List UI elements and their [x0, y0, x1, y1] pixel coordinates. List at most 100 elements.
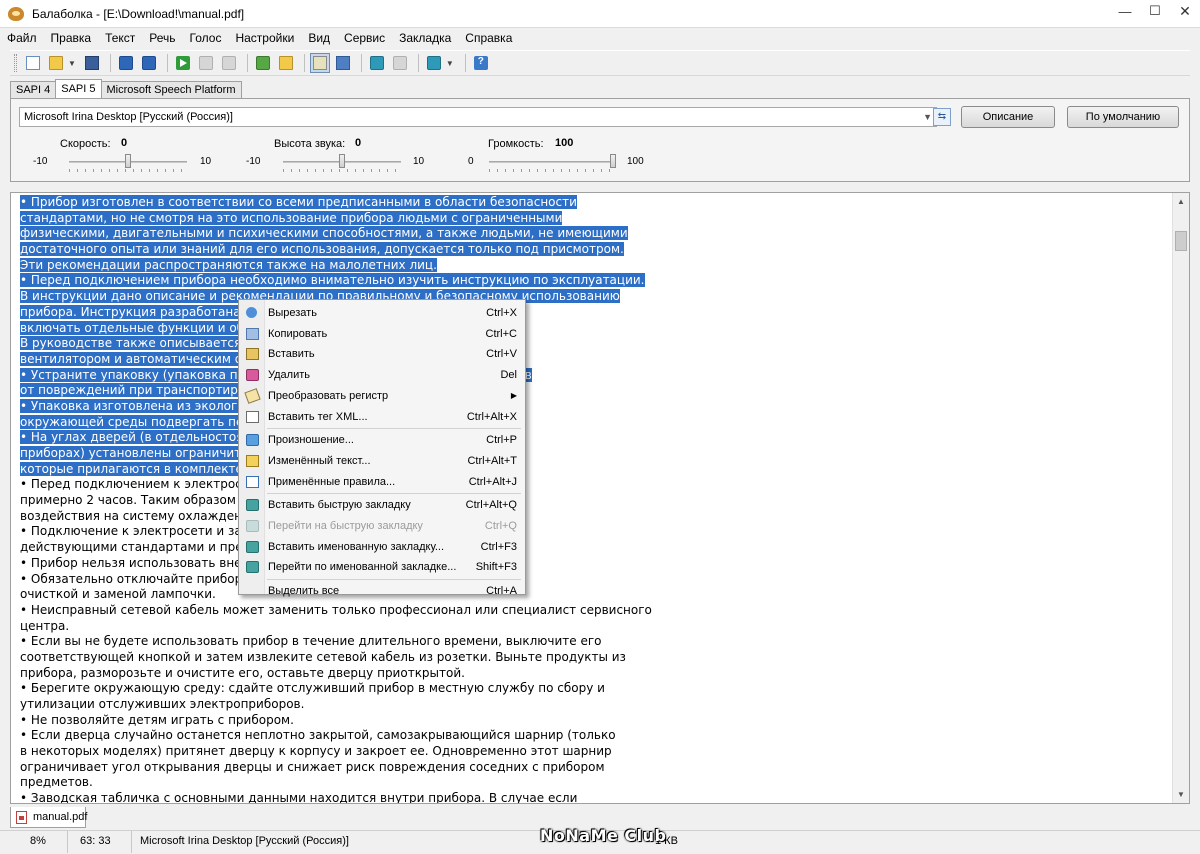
tab-sapi5[interactable]: SAPI 5 — [55, 79, 102, 98]
scroll-down-icon[interactable]: ▼ — [1173, 786, 1189, 803]
context-menu-item[interactable]: Перейти по именованной закладке... Shift+… — [239, 557, 525, 577]
tab-sapi4[interactable]: SAPI 4 — [10, 81, 57, 98]
vertical-scrollbar[interactable]: ▲ ▼ — [1172, 193, 1189, 803]
save-button[interactable] — [82, 53, 102, 73]
text-line[interactable]: ограничивает угол открывания дверцы и сн… — [20, 760, 1170, 776]
text-editor[interactable]: • Прибор изготовлен в соответствии со вс… — [10, 192, 1190, 804]
context-menu-item[interactable]: Преобразовать регистр ▶ — [239, 386, 525, 406]
text-line[interactable]: предметов. — [20, 775, 1170, 791]
close-button[interactable]: ✕ — [1170, 0, 1200, 22]
pitch-slider-thumb[interactable] — [339, 154, 345, 168]
context-menu-item[interactable]: Вставить быструю закладку Ctrl+Alt+Q — [239, 495, 525, 515]
bookmark-button[interactable] — [424, 53, 444, 73]
split-audio-button[interactable] — [139, 53, 159, 73]
tab-speech-platform[interactable]: Microsoft Speech Platform — [100, 81, 242, 98]
text-line[interactable]: физическими, двигательными и психическим… — [20, 226, 1170, 242]
text-line[interactable]: окружающей среды подвергать пере — [20, 414, 1170, 431]
text-line[interactable]: • Устраните упаковку (упаковка пре ых ко… — [20, 367, 1170, 384]
voice-select[interactable]: Microsoft Irina Desktop [Русский (Россия… — [19, 107, 937, 127]
text-line[interactable]: прибора. Инструкция разработана для ому … — [20, 304, 1170, 321]
text-line[interactable]: • Неисправный сетевой кабель может замен… — [20, 603, 1170, 619]
text-line[interactable]: которые прилагаются в комплекте. — [20, 461, 1170, 478]
text-line[interactable]: действующими стандартами и предп — [20, 540, 1170, 556]
menu-voice[interactable]: Голос — [183, 28, 229, 48]
scroll-up-icon[interactable]: ▲ — [1173, 193, 1189, 210]
swap-voice-button[interactable]: ⇆ — [933, 108, 951, 126]
minimize-button[interactable]: — — [1110, 0, 1140, 22]
text-line[interactable]: • Перед подключением прибора необходимо … — [20, 273, 1170, 289]
volume-slider-thumb[interactable] — [610, 154, 616, 168]
pause-button[interactable] — [196, 53, 216, 73]
text-line[interactable]: приборах) установлены ограничите те загл… — [20, 446, 1170, 462]
context-menu-item[interactable]: Изменённый текст... Ctrl+Alt+T — [239, 451, 525, 471]
open-dropdown-arrow[interactable]: ▼ — [68, 59, 76, 68]
clipboard-watch-button[interactable] — [309, 53, 330, 73]
text-line[interactable]: прибора, разморозьте и очистите его, ост… — [20, 666, 1170, 682]
menu-edit[interactable]: Правка — [44, 28, 99, 48]
text-line[interactable]: стандартами, но не смотря на это использ… — [20, 210, 1170, 227]
context-menu-item[interactable]: Произношение... Ctrl+P — [239, 430, 525, 450]
text-line[interactable]: • Не позволяйте детям играть с прибором. — [20, 713, 1170, 729]
new-document-button[interactable] — [23, 53, 43, 73]
menu-settings[interactable]: Настройки — [228, 28, 301, 48]
context-menu-item[interactable]: Перейти на быструю закладку Ctrl+Q — [239, 516, 525, 536]
context-menu-item[interactable]: Применённые правила... Ctrl+Alt+J — [239, 472, 525, 492]
text-line[interactable]: В руководстве также описывается в оборуд… — [20, 336, 1170, 352]
text-line[interactable]: очисткой и заменой лампочки. — [20, 587, 1170, 603]
context-menu-item[interactable]: Удалить Del — [239, 365, 525, 385]
toolbar-grip[interactable] — [14, 54, 17, 72]
context-menu-item[interactable]: Копировать Ctrl+C — [239, 324, 525, 344]
menu-help[interactable]: Справка — [458, 28, 519, 48]
clipboard-read-button[interactable] — [276, 53, 296, 73]
text-line[interactable]: • Если дверца случайно останется неплотн… — [20, 728, 1170, 744]
menu-speech[interactable]: Речь — [142, 28, 182, 48]
bookmark-dropdown-arrow[interactable]: ▼ — [446, 59, 454, 68]
text-line[interactable]: • Прибор изготовлен в соответствии со вс… — [20, 195, 1170, 211]
editor-content[interactable]: • Прибор изготовлен в соответствии со вс… — [20, 195, 1170, 803]
text-line[interactable]: • Если вы не будете использовать прибор … — [20, 634, 1170, 650]
text-line[interactable]: В инструкции дано описание и рекомендаци… — [20, 289, 1170, 305]
help-button[interactable]: ? — [471, 53, 491, 73]
menu-tools[interactable]: Сервис — [337, 28, 392, 48]
menu-text[interactable]: Текст — [98, 28, 142, 48]
scrollbar-thumb[interactable] — [1175, 231, 1187, 251]
text-line[interactable]: в некоторых моделях) притянет дверцу к к… — [20, 744, 1170, 760]
text-line[interactable]: • Заводская табличка с основными данными… — [20, 791, 1170, 803]
text-line[interactable]: от повреждений при транспортиров — [20, 383, 1170, 399]
text-line[interactable]: соответствующей кнопкой и затем извлекит… — [20, 650, 1170, 666]
context-menu-item[interactable]: Вырезать Ctrl+X — [239, 303, 525, 323]
dictionary-button[interactable] — [333, 53, 353, 73]
text-line[interactable]: утилизации отслуживших электроприборов. — [20, 697, 1170, 713]
text-line[interactable]: • Прибор нельзя использовать вне п ождя. — [20, 556, 1170, 572]
rate-slider-thumb[interactable] — [125, 154, 131, 168]
text-line[interactable]: • Обязательно отключайте прибор с озетки… — [20, 572, 1170, 588]
text-line[interactable]: Эти рекомендации распространяются также … — [20, 257, 1170, 274]
save-audio-button[interactable] — [116, 53, 136, 73]
menu-file[interactable]: Файл — [0, 28, 44, 48]
text-line[interactable]: достаточного опыта или знаний для его ис… — [20, 242, 1170, 258]
text-line[interactable]: центра. — [20, 619, 1170, 635]
translate-button[interactable] — [367, 53, 387, 73]
maximize-button[interactable]: ☐ — [1140, 0, 1170, 22]
menu-bookmark[interactable]: Закладка — [392, 28, 458, 48]
text-line[interactable]: вентилятором и автоматическим от — [20, 351, 1170, 368]
text-line[interactable]: • Берегите окружающую среду: сдайте отсл… — [20, 681, 1170, 697]
play-button[interactable] — [173, 53, 193, 73]
text-line[interactable]: включать отдельные функции и обо — [20, 320, 1170, 337]
text-line[interactable]: • На углах дверей (в отдельностоящ аемых — [20, 430, 1170, 446]
context-menu-item[interactable]: Вставить Ctrl+V — [239, 344, 525, 364]
context-menu-item[interactable]: Выделить все Ctrl+A — [239, 581, 525, 601]
text-line[interactable]: • Упаковка изготовлена из экологи без ущ… — [20, 398, 1170, 415]
stop-button[interactable] — [219, 53, 239, 73]
bookmark-disabled-button[interactable] — [390, 53, 410, 73]
text-line[interactable]: воздействия на систему охлаждени — [20, 509, 1170, 525]
document-tab-manual[interactable]: manual.pdf — [10, 807, 87, 828]
text-line[interactable]: • Перед подключением к электросет в тече… — [20, 477, 1170, 493]
text-line[interactable]: примерно 2 часов. Таким образом м вследс… — [20, 493, 1170, 509]
default-button[interactable]: По умолчанию — [1067, 106, 1179, 128]
text-line[interactable]: • Подключение к электросети и заз ответс… — [20, 524, 1170, 540]
spell-check-button[interactable] — [253, 53, 273, 73]
context-menu-item[interactable]: Вставить именованную закладку... Ctrl+F3 — [239, 537, 525, 557]
context-menu-item[interactable]: Вставить тег XML... Ctrl+Alt+X — [239, 407, 525, 427]
description-button[interactable]: Описание — [961, 106, 1055, 128]
